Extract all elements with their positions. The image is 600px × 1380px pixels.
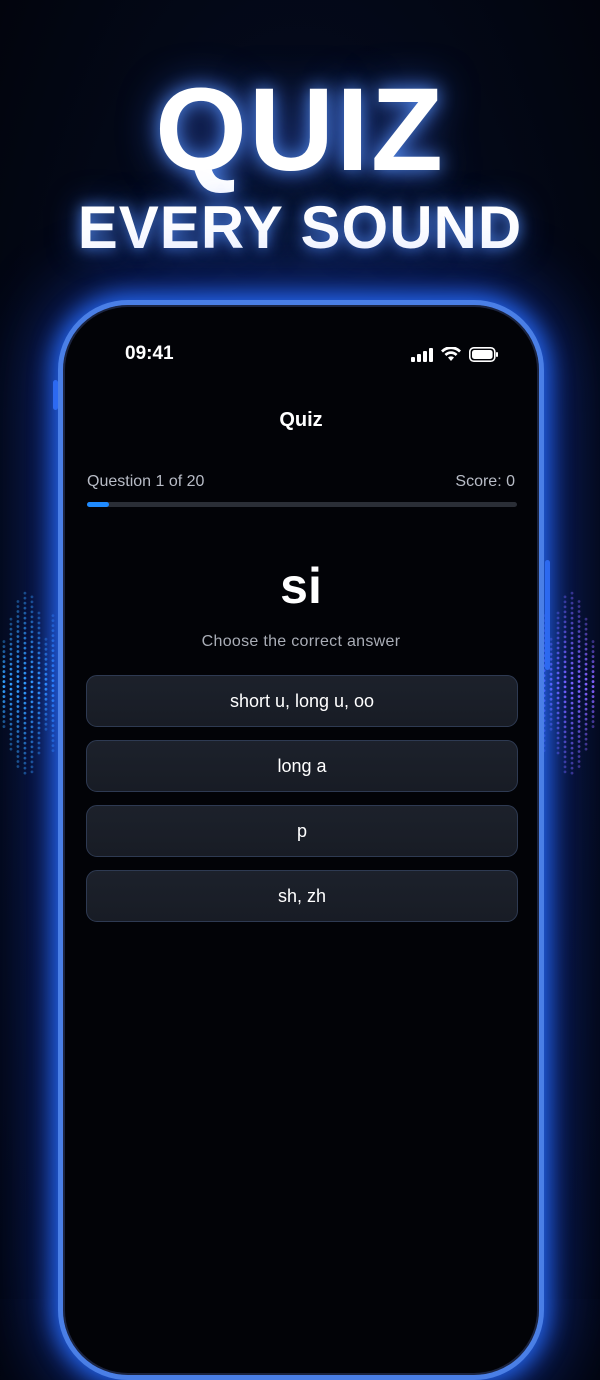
answer-option-3[interactable]: p bbox=[86, 805, 518, 857]
promo-subheadline: EVERY SOUND bbox=[77, 194, 523, 261]
question-counter: Question 1 of 20 bbox=[87, 473, 205, 490]
question-instruction: Choose the correct answer bbox=[201, 633, 401, 650]
promo-headline: QUIZ bbox=[155, 64, 445, 196]
quiz-screen: 09:41 Quiz Question 1 of 20 Score: 0 si … bbox=[63, 305, 539, 1375]
phone-power-button bbox=[545, 560, 550, 670]
score-label: Score: 0 bbox=[455, 473, 515, 490]
phone-frame: 09:41 Quiz Question 1 of 20 Score: 0 si … bbox=[58, 300, 544, 1380]
answer-options: short u, long u, oo long a p sh, zh bbox=[86, 675, 518, 935]
nav-title: Quiz bbox=[279, 409, 323, 431]
progress-bar-fill bbox=[87, 502, 109, 507]
status-icons bbox=[411, 347, 499, 362]
signal-icon bbox=[411, 347, 433, 362]
status-time: 09:41 bbox=[125, 343, 174, 364]
progress-bar bbox=[87, 502, 517, 507]
battery-icon bbox=[469, 347, 498, 362]
answer-option-2[interactable]: long a bbox=[86, 740, 518, 792]
wifi-icon bbox=[441, 347, 461, 361]
answer-option-1[interactable]: short u, long u, oo bbox=[86, 675, 518, 727]
question-prompt: si bbox=[280, 558, 322, 614]
answer-option-4[interactable]: sh, zh bbox=[86, 870, 518, 922]
status-bar: 09:41 bbox=[63, 343, 539, 367]
sound-wave-left-decoration bbox=[2, 591, 55, 775]
